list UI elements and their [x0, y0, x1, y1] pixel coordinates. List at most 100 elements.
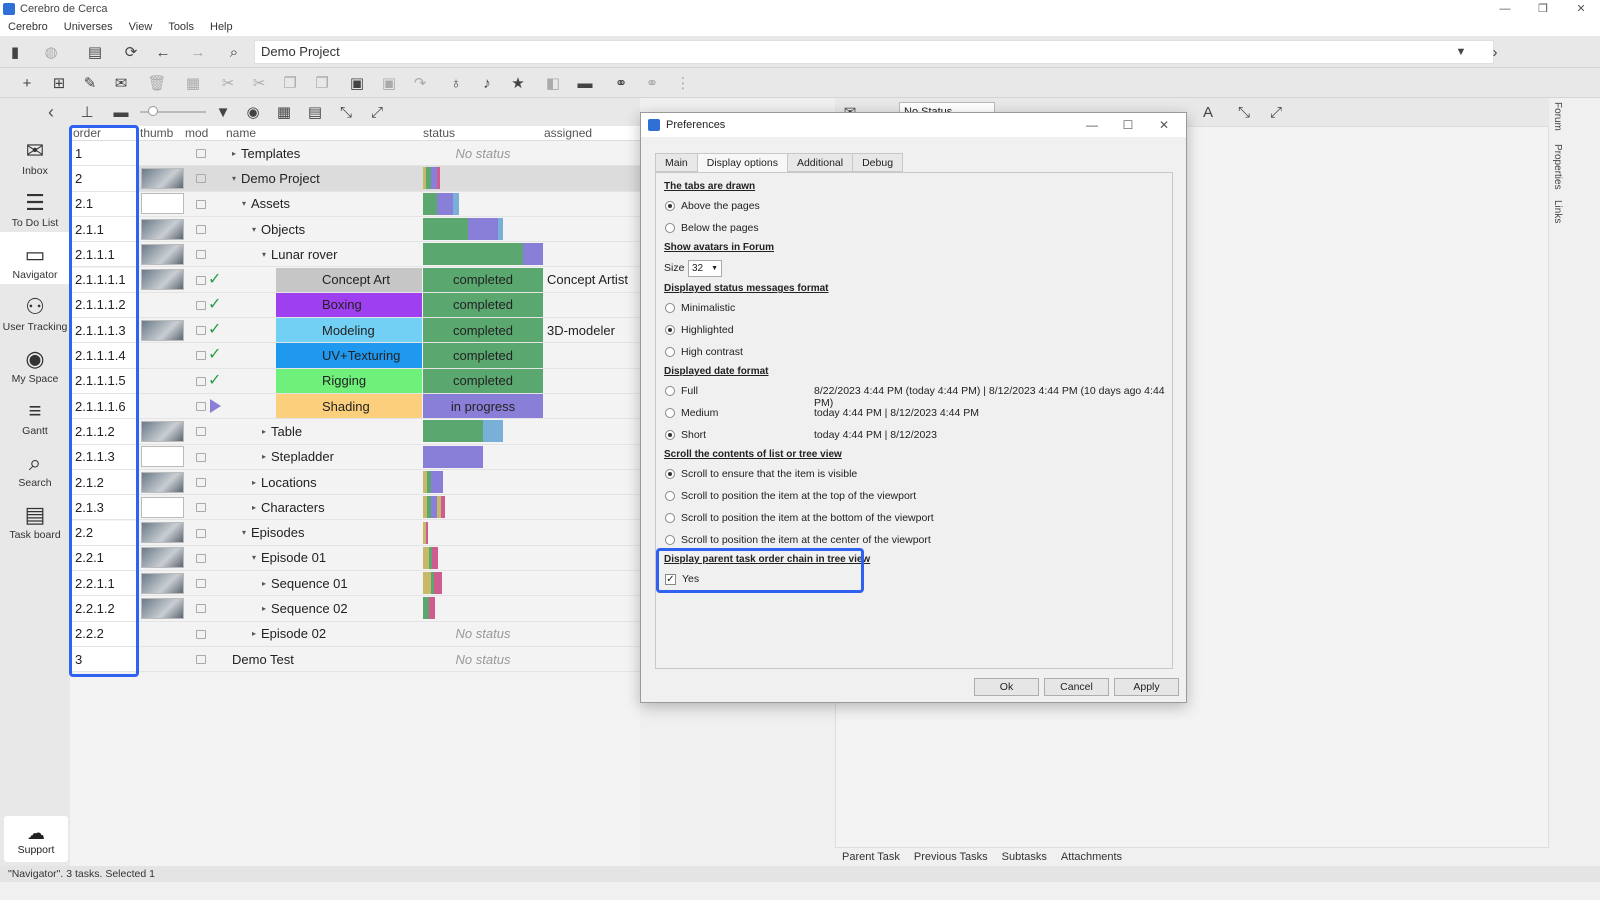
- restore-button[interactable]: ❐: [1524, 0, 1562, 18]
- option-above-pages[interactable]: Above the pages: [665, 200, 760, 212]
- expand-caret-icon[interactable]: ▾: [252, 553, 256, 562]
- tab-subtasks[interactable]: Subtasks: [995, 848, 1054, 866]
- avatar-size-select[interactable]: 32 ▼: [688, 260, 722, 277]
- expand-icon[interactable]: ⤢: [1265, 101, 1287, 123]
- side-tab-links[interactable]: Links: [1552, 200, 1563, 223]
- copy-icon[interactable]: ❐: [279, 72, 301, 94]
- back-arrow-icon[interactable]: ←: [152, 41, 174, 63]
- dropdown-icon[interactable]: ▼: [1450, 41, 1472, 63]
- status-cell[interactable]: [423, 571, 543, 595]
- option-minimalistic[interactable]: Minimalistic: [665, 302, 735, 314]
- expand-caret-icon[interactable]: ▸: [262, 452, 266, 461]
- status-cell[interactable]: in progress: [423, 394, 543, 419]
- name-cell[interactable]: ▸ Sequence 01: [226, 571, 422, 595]
- expand-caret-icon[interactable]: ▾: [232, 174, 236, 183]
- dialog-maximize-button[interactable]: ☐: [1110, 113, 1146, 137]
- table-row[interactable]: 2 ▾ Demo Project: [70, 166, 640, 192]
- add-icon[interactable]: +: [16, 72, 38, 94]
- archive-icon[interactable]: ▦: [182, 72, 204, 94]
- menu-universes[interactable]: Universes: [56, 21, 121, 33]
- collapse-icon[interactable]: ⤡: [1233, 101, 1255, 123]
- nav-to-do-list[interactable]: ☰ To Do List: [0, 180, 70, 232]
- column-mod[interactable]: mod: [185, 126, 208, 141]
- radio-minimalistic[interactable]: [665, 303, 675, 313]
- document-icon[interactable]: ▤: [304, 101, 326, 123]
- font-icon[interactable]: A: [1197, 101, 1219, 123]
- radio-above-pages[interactable]: [665, 201, 675, 211]
- column-assigned[interactable]: assigned: [544, 126, 592, 141]
- name-cell[interactable]: ▸ Locations: [226, 470, 422, 494]
- option-date-short[interactable]: Short: [665, 429, 706, 441]
- option-highlighted[interactable]: Highlighted: [665, 324, 734, 336]
- dialog-minimize-button[interactable]: —: [1074, 113, 1110, 137]
- table-row[interactable]: 2.1.1.3 ▸ Stepladder: [70, 444, 640, 470]
- nav-search[interactable]: ⌕ Search: [0, 440, 70, 492]
- radio-scroll-top[interactable]: [665, 491, 675, 501]
- message-icon[interactable]: ✉: [110, 72, 132, 94]
- option-below-pages[interactable]: Below the pages: [665, 222, 759, 234]
- duplicate-icon[interactable]: ◧: [542, 72, 564, 94]
- table-row[interactable]: 2.2.1.2 ▸ Sequence 02: [70, 596, 640, 622]
- menu-help[interactable]: Help: [202, 21, 241, 33]
- status-cell[interactable]: [423, 419, 543, 443]
- radio-scroll-visible[interactable]: [665, 469, 675, 479]
- expand-caret-icon[interactable]: ▸: [262, 427, 266, 436]
- chevron-right-icon[interactable]: ›: [1484, 41, 1506, 63]
- nav-gantt[interactable]: ≡ Gantt: [0, 388, 70, 440]
- status-cell[interactable]: [423, 217, 543, 241]
- expand-caret-icon[interactable]: ▸: [252, 629, 256, 638]
- expand-all-icon[interactable]: ⤢: [366, 101, 388, 123]
- tab-debug[interactable]: Debug: [852, 153, 904, 172]
- table-row[interactable]: 2.2.1 ▾ Episode 01: [70, 545, 640, 572]
- expand-caret-icon[interactable]: ▸: [232, 149, 236, 158]
- tab-main[interactable]: Main: [655, 153, 698, 172]
- column-status[interactable]: status: [423, 126, 455, 141]
- name-cell[interactable]: ▸ Sequence 02: [226, 596, 422, 620]
- table-row[interactable]: 2.1.1.1.6 Shading in progress: [70, 394, 640, 420]
- status-cell[interactable]: [423, 596, 543, 620]
- menu-tools[interactable]: Tools: [160, 21, 202, 33]
- side-tab-forum[interactable]: Forum: [1552, 102, 1563, 131]
- name-cell[interactable]: ▸ Stepladder: [226, 445, 422, 469]
- tab-attachments[interactable]: Attachments: [1054, 848, 1129, 866]
- radio-date-medium[interactable]: [665, 408, 675, 418]
- option-date-medium[interactable]: Medium: [665, 407, 718, 419]
- name-cell[interactable]: Shading: [276, 394, 422, 419]
- name-cell[interactable]: Modeling: [276, 318, 422, 343]
- cut-link-icon[interactable]: ✂: [248, 72, 270, 94]
- table-row[interactable]: 3 Demo Test No status: [70, 647, 640, 673]
- name-cell[interactable]: ▾ Assets: [226, 192, 422, 216]
- name-cell[interactable]: ▾ Objects: [226, 217, 422, 241]
- name-cell[interactable]: UV+Texturing: [276, 343, 422, 368]
- search-icon[interactable]: ⌕: [223, 41, 245, 63]
- paste-icon[interactable]: ▣: [346, 72, 368, 94]
- minimize-button[interactable]: —: [1486, 0, 1524, 18]
- eye-icon[interactable]: ◉: [242, 101, 264, 123]
- collapse-arrow-icon[interactable]: ‹: [48, 102, 54, 123]
- menu-view[interactable]: View: [121, 21, 161, 33]
- status-cell[interactable]: [423, 546, 543, 570]
- name-cell[interactable]: ▾ Lunar rover: [226, 242, 422, 266]
- more-icon[interactable]: ⋮: [672, 72, 694, 94]
- nav-inbox[interactable]: ✉ Inbox: [0, 128, 70, 180]
- table-row[interactable]: 2.2.1.1 ▸ Sequence 01: [70, 571, 640, 597]
- nav-my-space[interactable]: ◉ My Space: [0, 336, 70, 388]
- name-cell[interactable]: Concept Art: [276, 267, 422, 292]
- status-cell[interactable]: No status: [423, 622, 543, 646]
- move-icon[interactable]: ▬: [574, 72, 596, 94]
- tab-previous-tasks[interactable]: Previous Tasks: [907, 848, 995, 866]
- status-cell[interactable]: [423, 521, 543, 545]
- table-row[interactable]: 2.2 ▾ Episodes: [70, 520, 640, 546]
- trash-icon[interactable]: 🗑: [146, 72, 168, 94]
- cut-icon[interactable]: ✂: [217, 72, 239, 94]
- panels-icon[interactable]: ▤: [84, 41, 106, 63]
- thumbnail-icon[interactable]: ▬: [110, 101, 132, 123]
- ok-button[interactable]: Ok: [974, 678, 1039, 696]
- table-icon[interactable]: ▦: [273, 101, 295, 123]
- lightbulb-icon[interactable]: ◍: [40, 41, 62, 63]
- column-name[interactable]: name: [226, 126, 256, 141]
- side-tab-properties[interactable]: Properties: [1552, 144, 1563, 190]
- name-cell[interactable]: Boxing: [276, 292, 422, 318]
- table-row[interactable]: 2.1.1 ▾ Objects: [70, 216, 640, 243]
- nav-navigator[interactable]: ▭ Navigator: [0, 232, 70, 284]
